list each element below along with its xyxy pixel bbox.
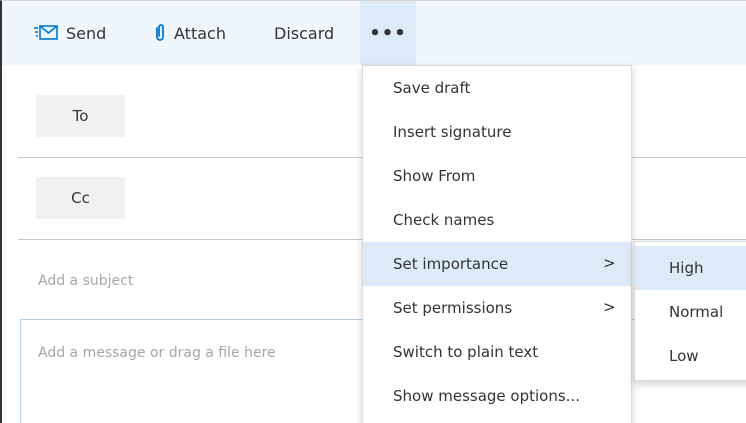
chevron-right-icon: > — [603, 254, 616, 272]
menu-item-show-from[interactable]: Show From — [363, 154, 631, 198]
importance-high[interactable]: High — [635, 246, 746, 290]
more-options-menu: Save draft Insert signature Show From Ch… — [362, 65, 632, 423]
send-envelope-icon — [34, 25, 58, 41]
importance-low[interactable]: Low — [635, 334, 746, 378]
submenu-item-label: Normal — [669, 303, 724, 321]
chevron-right-icon: > — [603, 298, 616, 316]
menu-item-label: Save draft — [393, 79, 471, 97]
menu-item-label: Insert signature — [393, 123, 512, 141]
importance-submenu: High Normal Low — [634, 241, 746, 381]
submenu-item-label: High — [669, 259, 704, 277]
send-button[interactable]: Send — [34, 1, 106, 65]
menu-item-save-draft[interactable]: Save draft — [363, 66, 631, 110]
menu-item-show-message-options[interactable]: Show message options... — [363, 374, 631, 418]
menu-item-label: Switch to plain text — [393, 343, 539, 361]
cc-label: Cc — [71, 189, 90, 207]
attach-button[interactable]: Attach — [154, 1, 226, 65]
discard-label: Discard — [274, 23, 335, 43]
more-options-button[interactable]: ••• — [360, 1, 416, 65]
menu-item-label: Set permissions — [393, 299, 513, 317]
menu-item-set-importance[interactable]: Set importance > — [363, 242, 631, 286]
menu-item-set-permissions[interactable]: Set permissions > — [363, 286, 631, 330]
compose-window: Send Attach Discard ••• To Cc Add a subj… — [0, 0, 746, 423]
message-body-placeholder: Add a message or drag a file here — [38, 345, 276, 361]
attach-label: Attach — [174, 23, 226, 43]
menu-item-label: Show From — [393, 167, 476, 185]
to-label: To — [72, 107, 89, 125]
menu-item-insert-signature[interactable]: Insert signature — [363, 110, 631, 154]
to-button[interactable]: To — [36, 95, 125, 137]
menu-item-label: Set importance — [393, 255, 509, 273]
menu-item-check-names[interactable]: Check names — [363, 198, 631, 242]
ellipsis-icon: ••• — [369, 22, 407, 44]
send-label: Send — [66, 23, 107, 43]
compose-toolbar: Send Attach Discard ••• — [2, 1, 746, 65]
importance-normal[interactable]: Normal — [635, 290, 746, 334]
menu-item-label: Show message options... — [393, 387, 580, 405]
subject-input[interactable]: Add a subject — [38, 273, 133, 289]
paperclip-icon — [154, 23, 166, 43]
submenu-item-label: Low — [669, 347, 699, 365]
menu-item-switch-plain-text[interactable]: Switch to plain text — [363, 330, 631, 374]
menu-item-label: Check names — [393, 211, 495, 229]
discard-button[interactable]: Discard — [274, 1, 334, 65]
cc-button[interactable]: Cc — [36, 177, 125, 219]
